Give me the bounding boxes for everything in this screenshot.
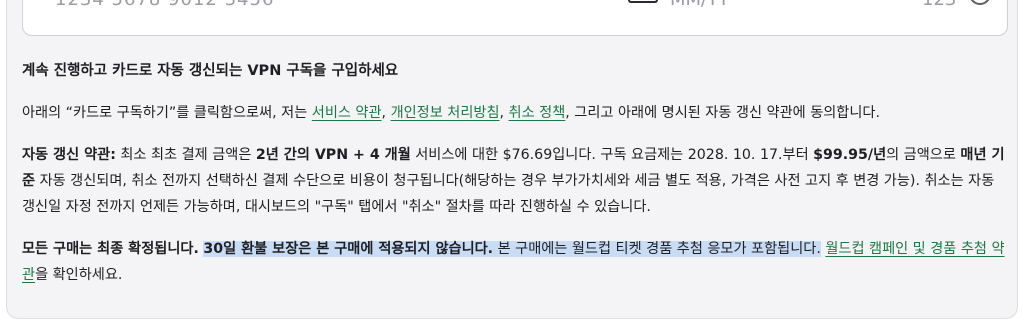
subscription-panel: 1234 5678 9012 3456 MM/YY 123 ? 계속 진행하고 … <box>6 0 1018 319</box>
cvc-input[interactable]: 123 <box>922 0 956 10</box>
cancellation-policy-link[interactable]: 취소 정책 <box>509 105 566 121</box>
raffle-text: 본 구매에는 월드컵 티켓 경품 추첨 응모가 포함됩니다. <box>493 241 821 257</box>
final-suffix: 을 확인하세요. <box>35 267 123 283</box>
subscription-terms: 계속 진행하고 카드로 자동 갱신되는 VPN 구독을 구입하세요 아래의 “카… <box>22 58 1008 288</box>
plan-name: 2년 간의 VPN + 4 개월 <box>255 147 411 163</box>
terms-of-service-link[interactable]: 서비스 약관 <box>312 105 382 121</box>
renewal-text: 의 금액으로 <box>886 147 961 163</box>
auto-renewal-terms: 자동 갱신 약관: 최소 최초 결제 금액은 2년 간의 VPN + 4 개월 … <box>22 142 1008 220</box>
separator: , <box>381 105 391 121</box>
renewal-text: 자동 갱신되며, 취소 전까지 선택하신 결제 수단으로 비용이 청구됩니다(해… <box>22 173 995 215</box>
renewal-text: 최소 최초 결제 금액은 <box>115 147 256 163</box>
privacy-policy-link[interactable]: 개인정보 처리방침 <box>391 105 500 121</box>
calendar-icon <box>628 0 658 3</box>
renewal-text: 서비스에 대한 $76.69입니다. 구독 요금제는 2028. 10. 17.… <box>410 147 814 163</box>
question-circle-icon[interactable]: ? <box>969 0 991 5</box>
agreement-text: 아래의 “카드로 구독하기”를 클릭함으로써, 저는 서비스 약관, 개인정보 … <box>22 100 1008 126</box>
card-details-field[interactable]: 1234 5678 9012 3456 MM/YY 123 ? <box>22 0 1008 36</box>
agreement-suffix: , 그리고 아래에 명시된 자동 갱신 약관에 동의합니다. <box>565 105 880 121</box>
highlighted-selection: 30일 환불 보장은 본 구매에 적용되지 않습니다. 본 구매에는 월드컵 티… <box>203 241 821 257</box>
auto-renewal-label: 자동 갱신 약관: <box>22 147 116 163</box>
renewal-price: $99.95/년 <box>813 147 887 163</box>
separator: , <box>499 105 509 121</box>
subscription-title: 계속 진행하고 카드로 자동 갱신되는 VPN 구독을 구입하세요 <box>22 63 399 79</box>
final-sale-notice: 모든 구매는 최종 확정됩니다. 30일 환불 보장은 본 구매에 적용되지 않… <box>22 236 1008 288</box>
card-number-input[interactable]: 1234 5678 9012 3456 <box>55 0 274 10</box>
no-refund-text: 30일 환불 보장은 본 구매에 적용되지 않습니다. <box>203 241 494 257</box>
final-sale-text: 모든 구매는 최종 확정됩니다. <box>22 241 199 257</box>
agreement-prefix: 아래의 “카드로 구독하기”를 클릭함으로써, 저는 <box>22 105 312 121</box>
expiry-input[interactable]: MM/YY <box>670 0 729 10</box>
